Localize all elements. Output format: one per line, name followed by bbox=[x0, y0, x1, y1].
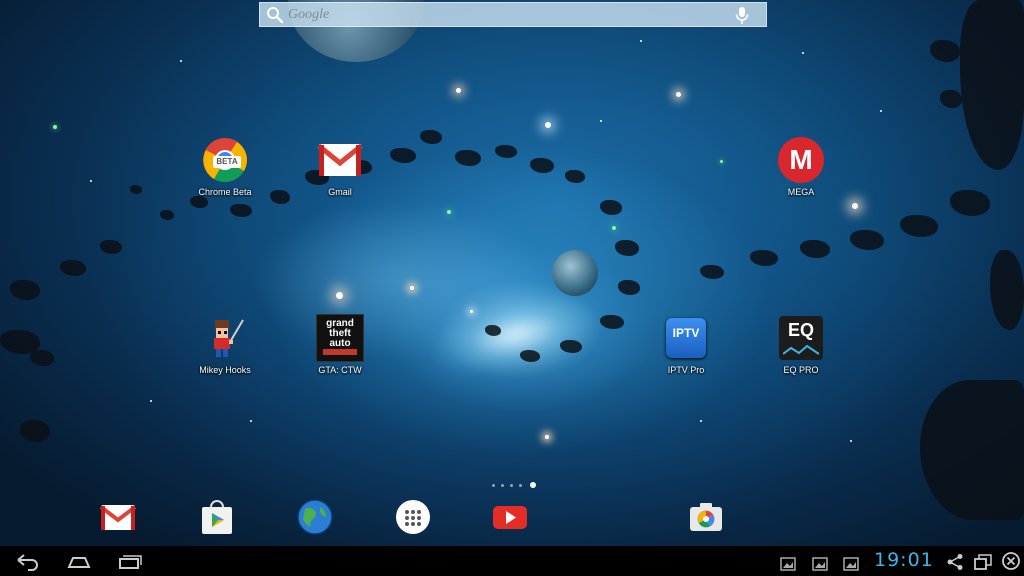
app-drawer-icon bbox=[396, 500, 430, 534]
camera-icon bbox=[690, 503, 722, 531]
system-navigation-bar: 19:01 bbox=[0, 546, 1024, 576]
app-label: Gmail bbox=[328, 187, 352, 197]
dock-youtube[interactable] bbox=[490, 497, 530, 537]
app-label: GTA: CTW bbox=[318, 365, 362, 375]
dock-play-store[interactable] bbox=[197, 497, 237, 537]
search-icon[interactable] bbox=[266, 6, 284, 24]
app-gta-ctw[interactable]: grand theft auto GTA: CTW bbox=[295, 314, 385, 375]
dock-camera[interactable] bbox=[686, 497, 726, 537]
home-screen-wallpaper: BETA Chrome Beta Gmail M MEGA bbox=[0, 0, 1024, 576]
app-mega[interactable]: M MEGA bbox=[756, 136, 846, 197]
app-mikey-hooks[interactable]: Mikey Hooks bbox=[180, 314, 270, 375]
app-gmail[interactable]: Gmail bbox=[295, 136, 385, 197]
image-notification-icon[interactable] bbox=[780, 554, 796, 574]
app-label: EQ PRO bbox=[783, 365, 819, 375]
app-label: Chrome Beta bbox=[198, 187, 252, 197]
eq-pro-icon: EQ bbox=[777, 314, 825, 362]
youtube-icon bbox=[493, 506, 527, 529]
status-clock[interactable]: 19:01 bbox=[874, 549, 934, 571]
chrome-beta-icon: BETA bbox=[201, 136, 249, 184]
browser-globe-icon bbox=[297, 499, 333, 535]
gmail-icon bbox=[99, 505, 137, 530]
app-chrome-beta[interactable]: BETA Chrome Beta bbox=[180, 136, 270, 197]
play-store-icon bbox=[202, 500, 232, 534]
gta-ctw-icon: grand theft auto bbox=[316, 314, 364, 362]
search-input[interactable] bbox=[288, 5, 728, 24]
recent-apps-icon[interactable] bbox=[117, 551, 143, 571]
eq-glyph: EQ bbox=[787, 320, 814, 340]
app-iptv-pro[interactable]: IPTV IPTV Pro bbox=[641, 314, 731, 375]
iptv-pro-icon: IPTV bbox=[662, 314, 710, 362]
close-circle-icon[interactable] bbox=[1001, 551, 1021, 571]
gmail-icon bbox=[316, 136, 364, 184]
google-search-bar[interactable] bbox=[259, 2, 767, 27]
image-notification-icon[interactable] bbox=[812, 554, 828, 574]
iptv-glyph: IPTV bbox=[672, 326, 700, 340]
home-icon[interactable] bbox=[66, 551, 92, 571]
beta-badge: BETA bbox=[213, 156, 241, 168]
mikey-hooks-icon bbox=[201, 314, 249, 362]
app-drawer-button[interactable] bbox=[393, 497, 433, 537]
mega-glyph: M bbox=[789, 144, 813, 175]
window-icon[interactable] bbox=[973, 552, 993, 572]
dock-browser[interactable] bbox=[295, 497, 335, 537]
gta-line: auto bbox=[329, 338, 351, 349]
app-label: IPTV Pro bbox=[667, 365, 705, 375]
app-eq-pro[interactable]: EQ EQ PRO bbox=[756, 314, 846, 375]
back-icon[interactable] bbox=[14, 551, 40, 571]
app-label: Mikey Hooks bbox=[199, 365, 251, 375]
image-notification-icon[interactable] bbox=[843, 554, 859, 574]
dock-gmail[interactable] bbox=[98, 497, 138, 537]
share-icon[interactable] bbox=[946, 552, 964, 572]
microphone-icon[interactable] bbox=[733, 6, 751, 25]
app-label: MEGA bbox=[787, 187, 815, 197]
mega-icon: M bbox=[777, 136, 825, 184]
